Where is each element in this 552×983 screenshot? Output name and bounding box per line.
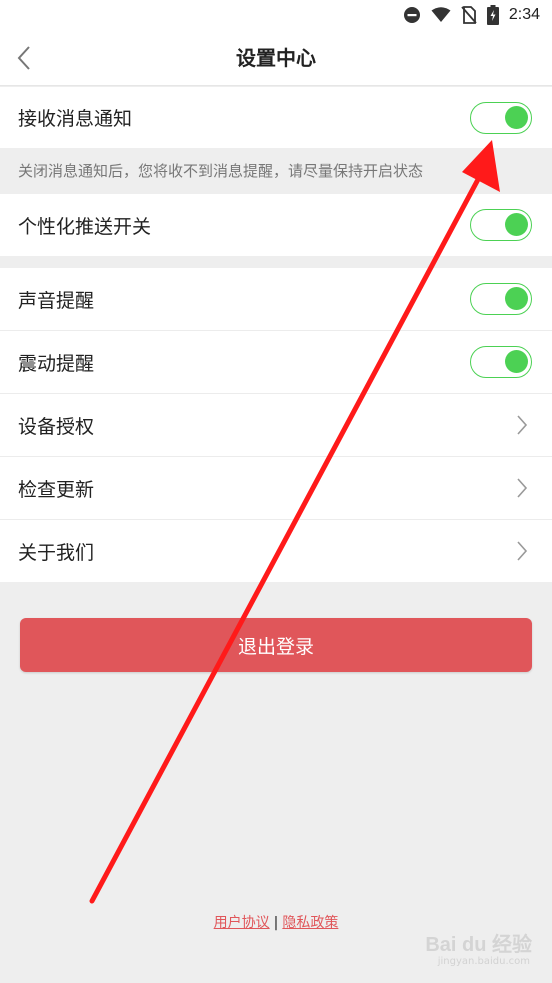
row-receive-notifications: 接收消息通知 <box>0 87 552 148</box>
watermark-url: jingyan.baidu.com <box>437 956 530 967</box>
row-label: 设备授权 <box>18 415 95 438</box>
header: 设置中心 <box>0 30 552 86</box>
user-agreement-link[interactable]: 用户协议 <box>214 915 270 931</box>
sound-toggle[interactable] <box>470 283 532 315</box>
wifi-icon <box>431 7 451 23</box>
personalized-push-toggle[interactable] <box>470 209 532 241</box>
footer-separator: | <box>273 915 279 931</box>
watermark-brand: Bai du 经验 <box>425 934 532 956</box>
row-vibration-reminder: 震动提醒 <box>0 331 552 393</box>
chevron-right-icon <box>512 413 532 437</box>
chevron-right-icon <box>512 539 532 563</box>
logout-button[interactable]: 退出登录 <box>20 618 532 672</box>
toggle-knob <box>505 213 528 236</box>
toggle-knob <box>505 105 528 129</box>
row-label: 个性化推送开关 <box>18 215 152 238</box>
chevron-right-icon <box>512 476 532 500</box>
status-time: 2:34 <box>508 6 540 23</box>
notification-hint: 关闭消息通知后，您将收不到消息提醒，请尽量保持开启状态 <box>0 148 552 194</box>
toggle-knob <box>505 287 528 310</box>
row-label: 震动提醒 <box>18 352 95 375</box>
menu-item-device-authorization[interactable]: 设备授权 <box>0 394 552 456</box>
row-label: 声音提醒 <box>18 289 95 312</box>
notification-toggle[interactable] <box>470 101 532 134</box>
row-label: 接收消息通知 <box>18 108 133 130</box>
baidu-watermark: Bai du 经验 jingyan.baidu.com <box>425 928 532 967</box>
menu-item-about-us[interactable]: 关于我们 <box>0 520 552 582</box>
menu-item-check-update[interactable]: 检查更新 <box>0 457 552 519</box>
back-button[interactable] <box>8 42 40 74</box>
vibration-toggle[interactable] <box>470 346 532 378</box>
row-personalized-push: 个性化推送开关 <box>0 194 552 256</box>
row-label: 检查更新 <box>18 478 95 501</box>
settings-screen: 2:34 设置中心 接收消息通知 关闭消息通知后，您将收不到消息提醒，请尽量保持… <box>0 0 552 983</box>
row-label: 关于我们 <box>18 541 95 564</box>
status-bar: 2:34 <box>0 0 552 30</box>
toggle-knob <box>505 350 528 373</box>
privacy-policy-link[interactable]: 隐私政策 <box>282 915 338 931</box>
do-not-disturb-icon <box>403 6 421 24</box>
battery-charging-icon <box>486 5 499 25</box>
page-title: 设置中心 <box>236 46 316 70</box>
chevron-left-icon <box>17 46 30 70</box>
no-sim-icon <box>461 6 477 24</box>
row-sound-reminder: 声音提醒 <box>0 268 552 330</box>
